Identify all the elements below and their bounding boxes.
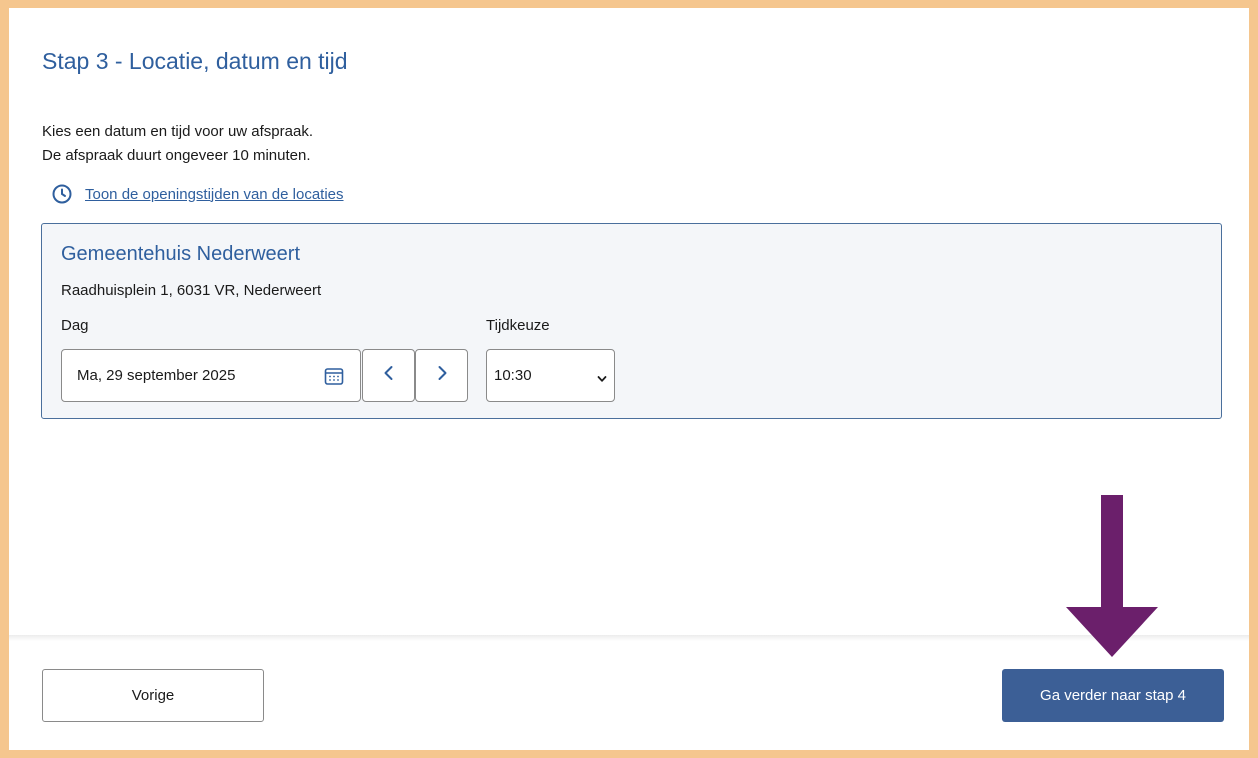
chevron-right-icon bbox=[433, 364, 451, 387]
opening-hours-link-row[interactable]: Toon de openingstijden van de locaties bbox=[51, 183, 344, 205]
location-card: Gemeentehuis Nederweert Raadhuisplein 1,… bbox=[41, 223, 1222, 419]
previous-step-button[interactable]: Vorige bbox=[42, 669, 264, 722]
page-title: Stap 3 - Locatie, datum en tijd bbox=[42, 48, 348, 74]
arrow-down-icon bbox=[1066, 495, 1158, 657]
intro-text: Kies een datum en tijd voor uw afspraak.… bbox=[42, 120, 313, 168]
opening-hours-link[interactable]: Toon de openingstijden van de locaties bbox=[85, 186, 344, 203]
intro-line-2: De afspraak duurt ongeveer 10 minuten. bbox=[42, 147, 311, 164]
day-label: Dag bbox=[61, 317, 89, 334]
calendar-icon[interactable] bbox=[323, 365, 345, 387]
time-value: 10:30 bbox=[494, 367, 532, 384]
time-label: Tijdkeuze bbox=[486, 317, 550, 334]
chevron-left-icon bbox=[380, 364, 398, 387]
next-day-button[interactable] bbox=[415, 349, 468, 402]
footer-divider bbox=[9, 635, 1249, 641]
chevron-down-icon bbox=[597, 371, 607, 382]
page-frame: Stap 3 - Locatie, datum en tijd Kies een… bbox=[9, 8, 1249, 750]
previous-day-button[interactable] bbox=[362, 349, 415, 402]
date-value: Ma, 29 september 2025 bbox=[77, 367, 236, 384]
time-select[interactable]: 10:30 bbox=[486, 349, 615, 402]
location-address: Raadhuisplein 1, 6031 VR, Nederweert bbox=[61, 282, 322, 299]
date-input[interactable]: Ma, 29 september 2025 bbox=[61, 349, 361, 402]
next-step-button[interactable]: Ga verder naar stap 4 bbox=[1002, 669, 1224, 722]
location-name: Gemeentehuis Nederweert bbox=[61, 243, 301, 265]
intro-line-1: Kies een datum en tijd voor uw afspraak. bbox=[42, 123, 313, 140]
clock-icon bbox=[51, 183, 73, 205]
